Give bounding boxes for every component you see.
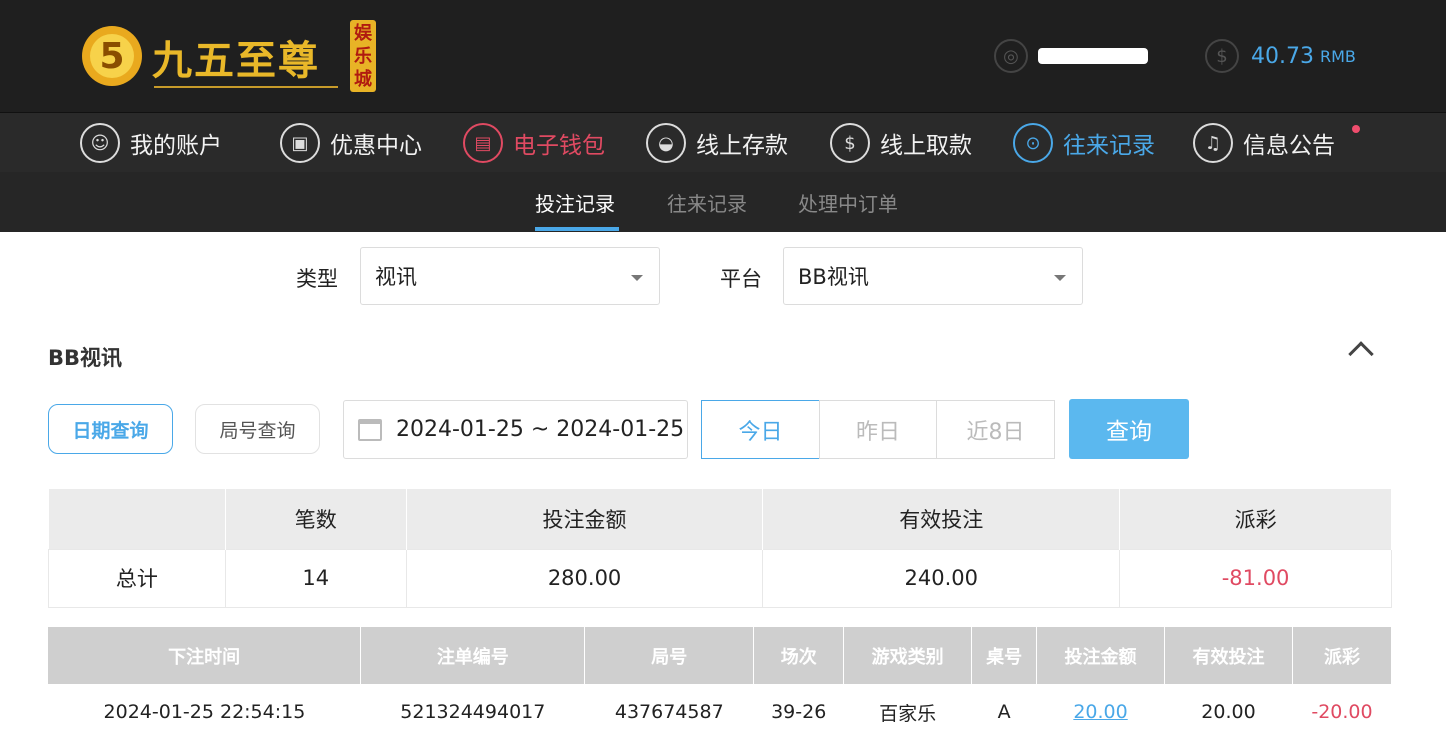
summary-cell: 280.00 [405,548,764,608]
nav-label: 线上取款 [880,133,972,159]
summary-table: 笔数 投注金额 有效投注 派彩 总计 14 280.00 240.00 -81.… [48,489,1392,608]
detail-header: 场次 [753,627,845,684]
bell-icon: ♫ [1193,123,1233,163]
payout-cell: -20.00 [1311,701,1373,723]
notification-dot [1352,125,1360,133]
detail-header: 注单编号 [360,627,586,684]
type-select[interactable]: 视讯 [360,247,660,305]
bet-amount-link[interactable]: 20.00 [1073,701,1127,723]
round-query-button[interactable]: 局号查询 [195,404,320,454]
top-bar: 5 九五至尊 娱乐城 ◎ $ 40.73 RMB [0,0,1446,112]
table-row: 2024-01-25 22:54:15 521324494017 4376745… [48,684,1392,732]
nav-label: 线上存款 [696,133,788,159]
nav-announcements[interactable]: ♫ 信息公告 [1193,121,1335,165]
chevron-down-icon [631,275,643,281]
summary-header: 派彩 [1119,489,1392,549]
today-button[interactable]: 今日 [701,400,820,459]
tab-transactions[interactable]: 往来记录 [667,188,747,217]
date-query-button[interactable]: 日期查询 [48,404,173,454]
detail-header: 投注金额 [1036,627,1166,684]
dollar-icon: $ [1205,39,1239,73]
withdraw-icon: $ [830,123,870,163]
platform-label: 平台 [720,267,762,291]
account-user[interactable]: ◎ [994,38,1148,74]
brand-name: 九五至尊 [152,37,320,84]
summary-row: 总计 14 280.00 240.00 -81.00 [48,548,1392,608]
masked-username [1038,48,1148,64]
table-no-cell: A [997,701,1011,723]
nav-withdraw[interactable]: $ 线上取款 [830,121,972,165]
nav-deposit[interactable]: ◒ 线上存款 [646,121,788,165]
user-coin-icon: ◎ [994,39,1028,73]
brand-logo[interactable]: 5 九五至尊 娱乐城 [78,16,378,96]
calendar-icon [358,418,382,441]
bet-time-cell: 2024-01-25 22:54:15 [103,701,306,723]
platform-select-value: BB视讯 [798,265,869,289]
valid-bet-cell: 20.00 [1201,701,1256,723]
account-balance[interactable]: $ 40.73 RMB [1205,38,1356,74]
summary-cell: 总计 [48,548,226,608]
nav-label: 优惠中心 [330,133,422,159]
user-icon: ☺ [80,123,120,163]
record-icon: ⊙ [1013,123,1053,163]
chevron-up-icon[interactable] [1348,341,1374,367]
summary-header: 有效投注 [762,489,1121,549]
date-range-value: 2024-01-25 ~ 2024-01-25 [396,417,685,442]
summary-header [48,489,226,549]
summary-header: 投注金额 [406,489,764,549]
detail-header: 局号 [584,627,755,684]
detail-header-row: 下注时间 注单编号 局号 场次 游戏类别 桌号 投注金额 有效投注 派彩 [48,627,1393,684]
balance-unit: RMB [1319,46,1356,66]
active-tab-indicator [535,227,619,231]
game-type-cell: 百家乐 [879,702,937,725]
svg-text:5: 5 [99,36,124,77]
summary-cell: -81.00 [1119,548,1392,608]
detail-header: 游戏类别 [843,627,973,684]
yesterday-button[interactable]: 昨日 [819,400,937,459]
summary-cell: 240.00 [762,548,1121,608]
detail-header: 派彩 [1292,627,1393,684]
bet-amount-cell: 20.00 [1037,684,1165,732]
detail-header: 下注时间 [48,627,362,684]
tab-bet-records[interactable]: 投注记录 [535,188,615,217]
gift-icon: ▣ [280,123,320,163]
bet-id-cell: 521324494017 [400,701,546,723]
nav-my-account[interactable]: ☺ 我的账户 [80,121,222,165]
chevron-down-icon [1054,275,1066,281]
nav-records[interactable]: ⊙ 往来记录 [1013,121,1155,165]
detail-header: 桌号 [971,627,1038,684]
detail-table: 下注时间 注单编号 局号 场次 游戏类别 桌号 投注金额 有效投注 派彩 202… [48,627,1393,732]
brand-tag: 娱乐城 [350,20,376,92]
summary-header: 笔数 [225,489,407,549]
nav-label: 信息公告 [1243,133,1335,159]
summary-cell: 14 [224,548,407,608]
logo-divider [154,86,338,88]
balance-value: 40.73 [1251,43,1314,69]
session-cell: 39-26 [771,701,827,723]
nav-e-wallet[interactable]: ▤ 电子钱包 [463,121,605,165]
date-range-input[interactable]: 2024-01-25 ~ 2024-01-25 [343,400,688,459]
logo-emblem-icon: 5 [82,26,142,86]
nav-label: 往来记录 [1063,133,1155,159]
tab-pending-orders[interactable]: 处理中订单 [798,188,898,217]
detail-header: 有效投注 [1164,627,1293,684]
deposit-icon: ◒ [646,123,686,163]
type-select-value: 视讯 [375,265,417,289]
last-8-days-button[interactable]: 近8日 [936,400,1055,459]
nav-promotions[interactable]: ▣ 优惠中心 [280,121,422,165]
platform-select[interactable]: BB视讯 [783,247,1083,305]
type-label: 类型 [296,267,338,291]
round-id-cell: 437674587 [614,701,724,723]
section-title: BB视讯 [48,346,123,370]
wallet-icon: ▤ [463,123,503,163]
summary-header-row: 笔数 投注金额 有效投注 派彩 [48,489,1392,549]
query-button[interactable]: 查询 [1069,399,1189,459]
nav-label: 电子钱包 [513,133,605,159]
nav-label: 我的账户 [130,133,222,159]
sub-nav: 投注记录 往来记录 处理中订单 [0,172,1446,232]
main-nav: ☺ 我的账户 ▣ 优惠中心 ▤ 电子钱包 ◒ 线上存款 $ 线上取款 ⊙ 往来记… [0,112,1446,172]
